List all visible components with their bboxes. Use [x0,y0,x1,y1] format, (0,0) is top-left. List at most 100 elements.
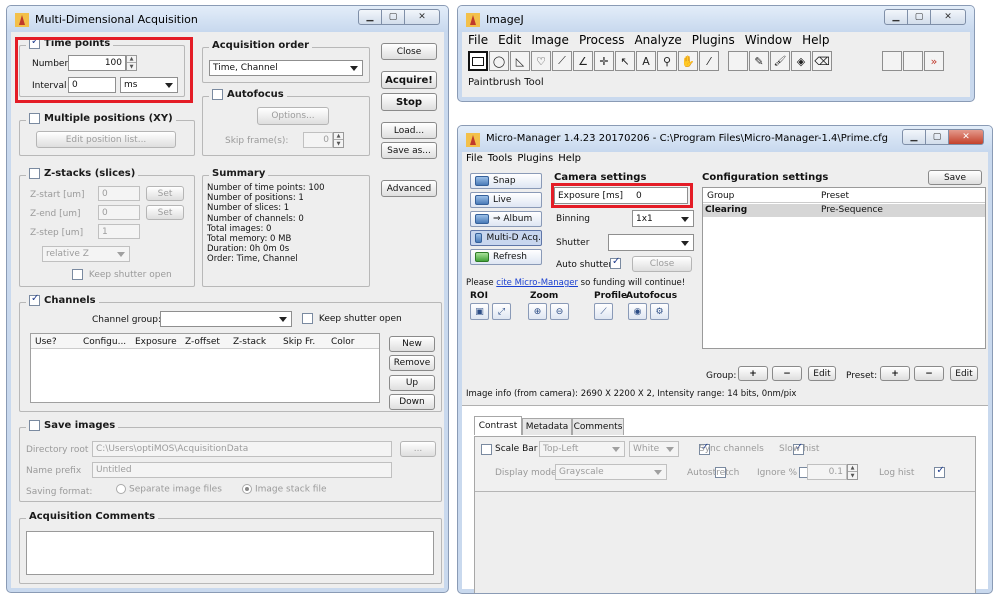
more-tools-icon[interactable]: » [924,51,944,71]
name-prefix-input[interactable]: Untitled [92,462,392,478]
mm-menu-help[interactable]: Help [558,153,581,164]
shutter-select[interactable] [608,234,694,251]
channels-keep-shutter-checkbox[interactable] [302,313,313,324]
flood-fill-tool-icon[interactable]: ◈ [791,51,811,71]
group-edit-button[interactable]: Edit [808,366,836,381]
mm-menu-tools[interactable]: Tools [488,153,513,164]
preset-edit-button[interactable]: Edit [950,366,978,381]
eraser-tool-icon[interactable]: ⌫ [812,51,832,71]
binning-select[interactable]: 1x1 [632,210,694,227]
live-button[interactable]: Live [470,192,542,208]
number-input[interactable]: 100 [68,55,126,71]
skip-frames-input[interactable]: 0 [303,132,333,148]
edit-position-list-button[interactable]: Edit position list... [36,131,176,148]
acquisition-order-select[interactable]: Time, Channel [209,60,363,76]
image-stack-radio[interactable]: Image stack file [242,484,327,495]
menu-process[interactable]: Process [579,33,625,47]
menu-help[interactable]: Help [802,33,829,47]
minimize-icon[interactable]: ▁ [902,129,926,145]
auto-shutter-checkbox[interactable] [610,256,621,269]
imagej-titlebar[interactable]: ImageJ ▁ ▢ ✕ [458,6,974,32]
autofocus-checkbox[interactable] [212,89,223,100]
column-header[interactable]: Skip Fr. [283,337,315,347]
channel-new-button[interactable]: New [389,336,435,352]
channels-checkbox[interactable] [29,293,40,306]
menu-plugins[interactable]: Plugins [692,33,735,47]
zoom-in-icon[interactable]: ⊕ [528,303,547,320]
log-hist-checkbox[interactable] [934,465,946,478]
minimize-icon[interactable]: ▁ [884,9,908,25]
zoom-out-icon[interactable]: ⊖ [550,303,569,320]
scale-bar-checkbox[interactable] [481,444,492,455]
config-save-button[interactable]: Save [928,170,982,185]
menu-image[interactable]: Image [531,33,569,47]
close-button[interactable]: Close [381,43,437,60]
shutter-close-button[interactable]: Close [632,256,692,272]
menu-window[interactable]: Window [745,33,792,47]
close-icon[interactable]: ✕ [930,9,966,25]
channel-up-button[interactable]: Up [389,375,435,391]
autofocus-settings-icon[interactable]: ⚙ [650,303,669,320]
close-icon[interactable]: ✕ [404,9,440,25]
rectangle-tool-icon[interactable] [468,51,488,71]
scroll-tool-icon[interactable]: ✋ [678,51,698,71]
maximize-icon[interactable]: ▢ [925,129,949,145]
z-mode-select[interactable]: relative Z [42,246,130,262]
magnifier-tool-icon[interactable]: ⚲ [657,51,677,71]
maximize-icon[interactable]: ▢ [381,9,405,25]
z-keep-shutter-checkbox[interactable] [72,269,83,280]
zstart-set-button[interactable]: Set [146,186,184,201]
group-add-button[interactable]: + [738,366,768,381]
channel-remove-button[interactable]: Remove [389,355,435,371]
multiple-positions-checkbox[interactable] [29,113,40,124]
blank-tool-slot[interactable] [882,51,902,71]
cite-link[interactable]: cite Micro-Manager [496,278,578,288]
preset-add-button[interactable]: + [880,366,910,381]
minimize-icon[interactable]: ▁ [358,9,382,25]
preset-column-header[interactable]: Preset [821,191,849,201]
exposure-field[interactable]: Exposure [ms] 0 [554,187,688,204]
channel-down-button[interactable]: Down [389,394,435,410]
line-profile-icon[interactable]: ⟋ [594,303,613,320]
blank-tool-slot[interactable] [903,51,923,71]
save-images-checkbox[interactable] [29,420,40,431]
pencil-tool-icon[interactable]: ✎ [749,51,769,71]
color-picker-tool-icon[interactable]: ⁄ [699,51,719,71]
stop-button[interactable]: Stop [381,93,437,111]
blank-tool-slot[interactable] [728,51,748,71]
skip-frames-spinner[interactable]: ▲ ▼ [333,132,344,148]
freehand-tool-icon[interactable]: ♡ [531,51,551,71]
zstart-input[interactable]: 0 [98,186,140,201]
mda-titlebar[interactable]: Multi-Dimensional Acquisition ▁ ▢ ✕ [7,6,448,32]
maximize-icon[interactable]: ▢ [907,9,931,25]
mm-menu-plugins[interactable]: Plugins [517,153,553,164]
menu-edit[interactable]: Edit [498,33,521,47]
acquire-button[interactable]: Acquire! [381,71,437,89]
line-tool-icon[interactable]: ⟋ [552,51,572,71]
browse-directory-button[interactable]: ... [400,441,436,457]
time-points-checkbox[interactable] [29,36,40,49]
configuration-table[interactable]: Group Preset Clearing Pre-Sequence [702,187,986,349]
channel-group-select[interactable] [160,311,292,327]
snap-button[interactable]: Snap [470,173,542,189]
group-remove-button[interactable]: − [772,366,802,381]
display-mode-select[interactable]: Grayscale [555,464,667,480]
table-row[interactable]: Clearing Pre-Sequence [703,204,985,217]
oval-tool-icon[interactable]: ◯ [489,51,509,71]
wand-tool-icon[interactable]: ↖ [615,51,635,71]
scale-bar-color-select[interactable]: White [629,441,679,457]
paintbrush-tool-icon[interactable]: 🖌 [770,51,790,71]
micromanager-titlebar[interactable]: Micro-Manager 1.4.23 20170206 - C:\Progr… [458,126,992,152]
zend-input[interactable]: 0 [98,205,140,220]
acquisition-comments-textarea[interactable] [26,531,434,575]
scale-bar-position-select[interactable]: Top-Left [539,441,625,457]
mm-menu-file[interactable]: File [466,153,483,164]
close-icon[interactable]: ✕ [948,129,984,145]
group-column-header[interactable]: Group [707,191,734,201]
set-roi-icon[interactable]: ▣ [470,303,489,320]
number-spinner[interactable]: ▲ ▼ [126,55,137,71]
save-as-button[interactable]: Save as... [381,142,437,159]
advanced-button[interactable]: Advanced [381,180,437,197]
refresh-button[interactable]: Refresh [470,249,542,265]
zend-set-button[interactable]: Set [146,205,184,220]
